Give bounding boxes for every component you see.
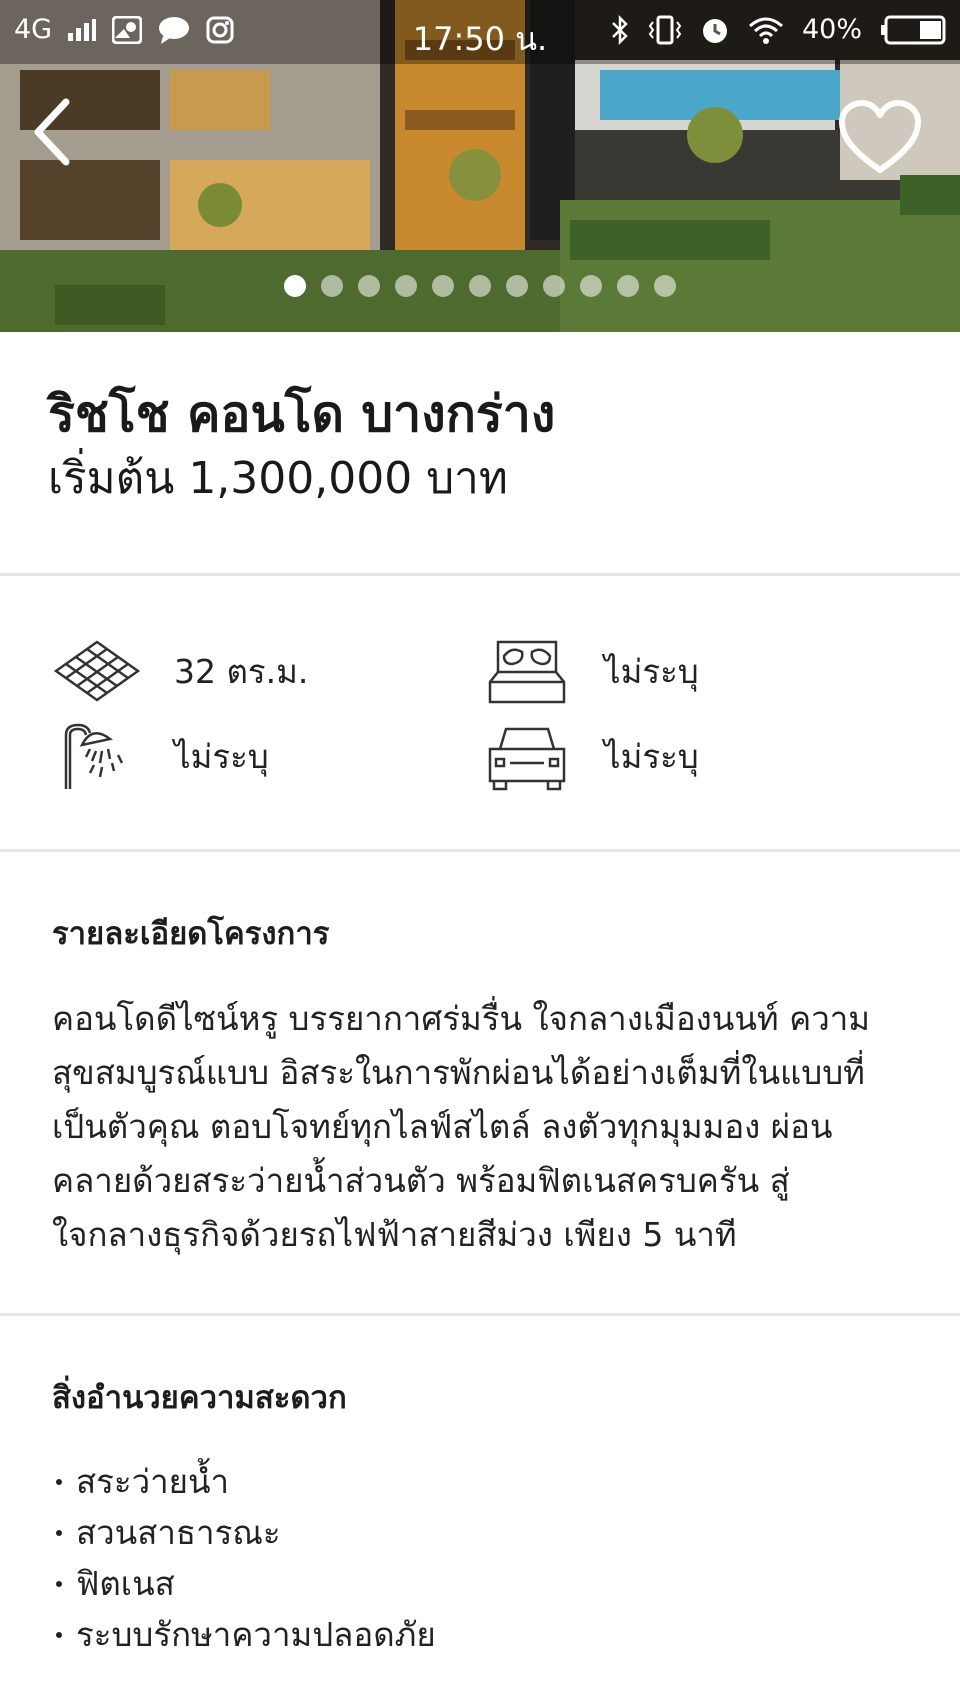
amenities-list: สระว่ายน้ำ สวนสาธารณะ ฟิตเนส ระบบรักษาคว… xyxy=(52,1456,908,1660)
details-line: คลายด้วยสระว่ายน้ำส่วนตัว พร้อมฟิตเนสครบ… xyxy=(52,1161,790,1200)
details-line: สุขสมบูรณ์แบบ อิสระในการพักผ่อนได้อย่างเ… xyxy=(52,1053,865,1092)
details-heading: รายละเอียดโครงการ xyxy=(52,916,330,952)
wifi-icon xyxy=(748,17,783,44)
car-icon xyxy=(488,727,566,791)
amenity-label: สระว่ายน้ำ xyxy=(76,1462,230,1501)
battery-icon xyxy=(881,15,946,44)
gallery-dot[interactable] xyxy=(395,275,417,297)
list-item: ระบบรักษาความปลอดภัย xyxy=(52,1609,908,1660)
amenity-label: ระบบรักษาความปลอดภัย xyxy=(76,1615,436,1654)
gallery-dot[interactable] xyxy=(432,275,454,297)
project-specs: 32 ตร.ม. ไม่ระบุ ไม่ระบุ ไม่ระบุ xyxy=(0,576,960,852)
gallery-pagination[interactable] xyxy=(0,275,960,297)
back-button[interactable] xyxy=(26,96,82,168)
details-line: เป็นตัวคุณ ตอบโจทย์ทุกไลฟ์สไตล์ ลงตัวทุก… xyxy=(52,1107,833,1146)
gallery-dot[interactable] xyxy=(358,275,380,297)
details-line: คอนโดดีไซน์หรู บรรยากาศร่มรื่น ใจกลางเมื… xyxy=(52,999,871,1038)
bed-icon xyxy=(488,640,566,704)
project-header: ริชโช คอนโด บางกร่าง เริ่มต้น 1,300,000 … xyxy=(0,332,960,576)
gallery-dot[interactable] xyxy=(469,275,491,297)
bullet-icon xyxy=(56,1631,62,1638)
gallery-dot[interactable] xyxy=(654,275,676,297)
gallery-dot[interactable] xyxy=(284,275,306,297)
spec-area-value: 32 ตร.ม. xyxy=(174,651,309,691)
amenities-heading: สิ่งอำนวยความสะดวก xyxy=(52,1380,347,1416)
battery-percent: 40% xyxy=(801,14,862,45)
list-item: ฟิตเนส xyxy=(52,1558,908,1609)
status-time: 17:50 น. xyxy=(412,20,548,58)
spec-parking: ไม่ระบุ xyxy=(482,721,699,791)
gallery-dot[interactable] xyxy=(580,275,602,297)
gallery-dot[interactable] xyxy=(506,275,528,297)
project-details-section: รายละเอียดโครงการ คอนโดดีไซน์หรู บรรยากา… xyxy=(0,852,960,1316)
alarm-icon xyxy=(702,18,727,43)
spec-bedrooms: ไม่ระบุ xyxy=(482,636,699,706)
details-description: คอนโดดีไซน์หรู บรรยากาศร่มรื่น ใจกลางเมื… xyxy=(52,992,908,1262)
favorite-heart-icon[interactable] xyxy=(838,100,922,176)
bullet-icon xyxy=(56,1478,62,1485)
bullet-icon xyxy=(56,1580,62,1587)
status-bar: 4G 17:50 น. 40% xyxy=(0,0,960,64)
list-item: สระว่ายน้ำ xyxy=(52,1456,908,1507)
amenity-label: สวนสาธารณะ xyxy=(76,1513,281,1552)
project-title: ริชโช คอนโด บางกร่าง xyxy=(48,385,556,443)
list-item: สวนสาธารณะ xyxy=(52,1507,908,1558)
spec-area: 32 ตร.ม. xyxy=(52,636,308,706)
spec-parking-value: ไม่ระบุ xyxy=(604,736,699,776)
details-line: ใจกลางธุรกิจด้วยรถไฟฟ้าสายสีม่วง เพียง 5… xyxy=(52,1215,737,1254)
amenity-label: ฟิตเนส xyxy=(76,1564,175,1603)
amenities-section: สิ่งอำนวยความสะดวก สระว่ายน้ำ สวนสาธารณะ… xyxy=(0,1316,960,1660)
gallery-dot[interactable] xyxy=(617,275,639,297)
project-price: เริ่มต้น 1,300,000 บาท xyxy=(48,453,508,504)
image-gallery[interactable]: 4G 17:50 น. 40% xyxy=(0,0,960,332)
spec-bathrooms-value: ไม่ระบุ xyxy=(174,736,269,776)
spec-bathrooms: ไม่ระบุ xyxy=(52,721,269,791)
floor-area-icon xyxy=(53,640,141,702)
gallery-dot[interactable] xyxy=(543,275,565,297)
bluetooth-icon xyxy=(612,14,628,45)
bullet-icon xyxy=(56,1529,62,1536)
spec-bedrooms-value: ไม่ระบุ xyxy=(604,651,699,691)
vibrate-icon xyxy=(648,15,682,44)
shower-icon xyxy=(64,723,124,789)
gallery-dot[interactable] xyxy=(321,275,343,297)
